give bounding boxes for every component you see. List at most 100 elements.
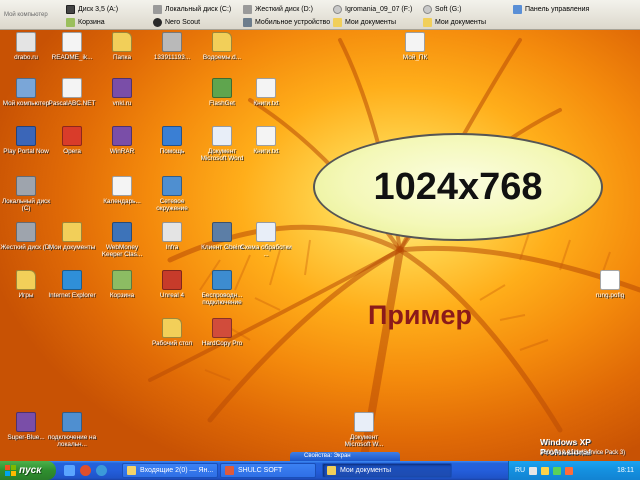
desktop-icon-label: подключение на локальн... [47,434,97,448]
desktop-icon[interactable]: Книги.txt [240,126,292,155]
text-file-icon [62,32,82,52]
desktop-icon[interactable]: Сетевое окружение [146,176,198,212]
language-indicator[interactable]: RU [515,467,525,474]
desktop-icon[interactable]: Календарь... [96,176,148,205]
ie-quicklaunch-icon[interactable] [96,465,107,476]
opera-file-icon [16,32,36,52]
desktop-icon[interactable]: Мой_ПК [389,32,441,61]
folder-icon [327,466,336,475]
desktop-icon[interactable]: 133911193... [146,32,198,61]
mail-icon [127,466,136,475]
desktop-icon[interactable]: rung.pofig [584,270,636,299]
toolbar-item-my-documents[interactable]: Мои документы [333,16,396,28]
desktop-icon[interactable]: Unreal 4 [146,270,198,299]
desktop-icon[interactable]: Рабочий стол [146,318,198,347]
winrar-icon [112,78,132,98]
desktop-icon[interactable]: Мой компьютер [0,78,52,107]
toolbar-item-floppy[interactable]: Диск 3,5 (A:) [66,3,118,15]
desktop-icon[interactable]: vnkl.ru [96,78,148,107]
xp-build: 2600/412-2111 (Service Pack 3) [540,450,626,456]
desktop-icon-label: Opera [63,148,81,155]
security-tray-icon[interactable] [553,466,562,475]
recycle-bin-icon [66,17,75,27]
opera-quicklaunch-icon[interactable] [80,465,91,476]
desktop-icon[interactable]: Помощь [146,126,198,155]
volume-tray-icon[interactable] [541,466,550,475]
toolbar-item-mobile[interactable]: Мобильное устройство [243,16,330,28]
desktop-icon-label: WebMoney Keeper Clas... [101,244,143,258]
text-file-icon [256,78,276,98]
system-tray: RU 18:11 [508,461,640,480]
toolbar-item-my-documents-2[interactable]: Мои документы [423,16,486,28]
desktop-icon-label: 133911193... [153,54,191,61]
desktop-icon-label: Схема обработки ... [240,244,292,258]
document-icon [112,176,132,196]
mobile-device-icon [243,17,252,27]
taskbar-button-shulc-soft[interactable]: SHULC SOFT [220,463,316,478]
word-doc-icon [354,412,374,432]
toolbar-item-drive-c[interactable]: Локальный диск (C:) [153,3,231,15]
resolution-text: 1024x768 [373,165,543,208]
caption: Пример [368,300,472,330]
toolbar-item-control-panel[interactable]: Панель управления [513,3,589,15]
folder-icon [16,270,36,290]
desktop-icon[interactable]: README_ik... [46,32,98,61]
hard-drive-icon [153,4,162,14]
desktop-icon-label: Рабочий стол [151,340,193,347]
toolbar-title: Мой компьютер [4,12,48,18]
taskbar: пуск Входящие 2(0) — Ян... SHULC SOFT Мо… [0,461,640,480]
desktop-icon[interactable]: Internet Explorer [46,270,98,299]
cd-drive-icon [333,4,342,14]
desktop-icon[interactable]: Книги.txt [240,78,292,107]
desktop-icon[interactable]: Корзина [96,270,148,299]
desktop-icon[interactable]: drabo.ru [0,32,52,61]
desktop-icon-label: Корзина [109,292,135,299]
desktop-icon[interactable]: Документ Microsoft W... [338,412,390,448]
show-desktop-icon[interactable] [64,465,75,476]
desktop-icon-label: Жесткий диск (D) [0,244,52,251]
toolbar-item-nero-scout[interactable]: Nero Scout [153,16,200,28]
taskbar-button-my-documents[interactable]: Мои документы [322,463,452,478]
desktop-icon[interactable]: Игры [0,270,52,299]
network-tray-icon[interactable] [529,466,538,475]
desktop-icon[interactable]: HardCopy Pro [196,318,248,347]
toolbar-item-recycle-bin[interactable]: Корзина [66,16,105,28]
toolbar-item-drive-d[interactable]: Жесткий диск (D:) [243,3,313,15]
desktop-icon-label: rung.pofig [595,292,625,299]
clock[interactable]: 18:11 [617,467,634,474]
desktop-icon-label: Книги.txt [253,148,279,155]
desktop-icon[interactable]: Super-Blue... [0,412,52,441]
toolbar-item-drive-f[interactable]: Igromania_09_07 (F:) [333,3,412,15]
desktop-icon-label: HardCopy Pro [201,340,243,347]
desktop-icon[interactable]: Infra [146,222,198,251]
ie-icon [62,270,82,290]
desktop-icon-label: Unreal 4 [159,292,185,299]
desktop-icon[interactable]: PascalABC.NET [46,78,98,107]
network-icon [162,176,182,196]
toolbar-item-drive-g[interactable]: Soft (G:) [423,3,461,15]
display-properties-window-title[interactable]: Свойства: Экран [290,452,400,461]
desktop-icon[interactable]: Схема обработки ... [240,222,292,258]
taskbar-button-mail[interactable]: Входящие 2(0) — Ян... [122,463,218,478]
desktop-icon[interactable]: WinRAR [96,126,148,155]
control-panel-icon [513,4,522,14]
desktop-icon[interactable]: Папка [96,32,148,61]
winrar-icon [16,412,36,432]
desktop-icon[interactable]: Беспроводн... подключение [196,270,248,306]
desktop-icon[interactable]: Play Portal Now [0,126,52,155]
desktop-icon[interactable]: Жесткий диск (D) [0,222,52,251]
nero-icon [153,17,162,27]
desktop-icon[interactable]: Opera [46,126,98,155]
start-button[interactable]: пуск [0,461,56,480]
desktop-icon[interactable]: Локальный диск (C) [0,176,52,212]
drive-shortcut-icon [16,222,36,242]
desktop-icon-label: Календарь... [103,198,141,205]
app-tray-icon[interactable] [565,466,574,475]
desktop-icon[interactable]: Мои документы [46,222,98,251]
desktop-icon[interactable]: WebMoney Keeper Clas... [96,222,148,258]
desktop-icon-label: Мой компьютер [2,100,50,107]
quick-links-toolbar: Мой компьютер Диск 3,5 (A:) Корзина Лока… [0,0,640,30]
desktop-icon[interactable]: Водоемы.d... [196,32,248,61]
desktop-icon[interactable]: подключение на локальн... [46,412,98,448]
archive-icon [162,32,182,52]
